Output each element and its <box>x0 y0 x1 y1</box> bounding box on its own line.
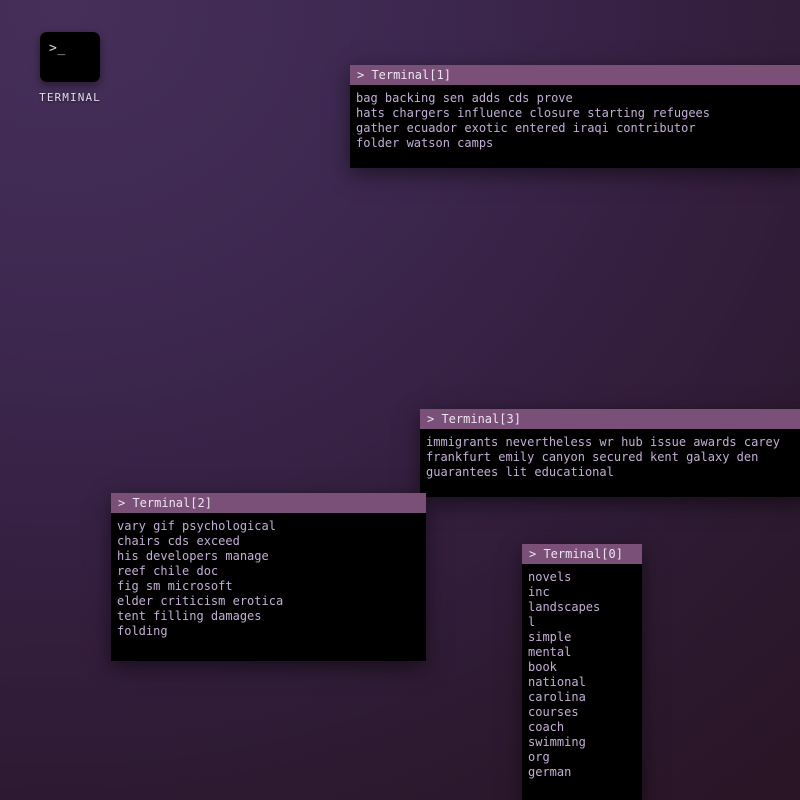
terminal-output-line: l <box>528 615 536 629</box>
terminal-output-line: book <box>528 660 557 674</box>
terminal-window[interactable]: > Terminal[0] novels inc landscapes l simple m… <box>522 544 642 800</box>
terminal-output-line: simple <box>528 630 572 644</box>
terminal-output-line: his developers manage <box>117 549 269 563</box>
terminal-window[interactable]: > Terminal[2] vary gif psychological chair… <box>111 493 426 661</box>
terminal-window[interactable]: > Terminal[3] immigrants nevertheless wr … <box>420 409 800 497</box>
terminal-output-line: inc <box>528 585 550 599</box>
terminal-titlebar[interactable]: > Terminal[3] <box>420 409 800 429</box>
terminal-output-line: fig sm microsoft <box>117 579 233 593</box>
terminal-output-line: national <box>528 675 586 689</box>
terminal-window[interactable]: > Terminal[1] bag backing sen adds cds pr… <box>350 65 800 168</box>
terminal-output[interactable]: bag backing sen adds cds prove hats charg… <box>350 85 800 157</box>
terminal-titlebar[interactable]: > Terminal[0] <box>522 544 642 564</box>
terminal-output-line: coach <box>528 720 565 734</box>
terminal-output-line: courses <box>528 705 579 719</box>
terminal-prompt-glyph: >_ <box>49 41 66 56</box>
terminal-output-line: bag backing sen adds cds prove <box>356 91 573 105</box>
terminal-output-line: mental <box>528 645 572 659</box>
terminal-output-line: folding <box>117 624 168 638</box>
desktop-icon-label: TERMINAL <box>39 91 101 104</box>
desktop-icon-terminal[interactable]: >_ TERMINAL <box>25 32 115 104</box>
desktop-root: >_ TERMINAL > Terminal[1] bag backing sen… <box>0 0 800 800</box>
terminal-output-line: frankfurt emily canyon secured kent gala… <box>426 450 759 464</box>
terminal-titlebar[interactable]: > Terminal[2] <box>111 493 426 513</box>
terminal-output-line: chairs cds exceed <box>117 534 240 548</box>
terminal-output-line: landscapes <box>528 600 601 614</box>
terminal-output-line: hats chargers influence closure starting… <box>356 106 711 120</box>
terminal-output-line: novels <box>528 570 572 584</box>
terminal-output-line: carolina <box>528 690 586 704</box>
terminal-output-line: folder watson camps <box>356 136 494 150</box>
terminal-icon[interactable]: >_ <box>40 32 100 82</box>
terminal-output-line: swimming <box>528 735 586 749</box>
terminal-output-line: german <box>528 765 572 779</box>
terminal-titlebar[interactable]: > Terminal[1] <box>350 65 800 85</box>
terminal-output-line: immigrants nevertheless wr hub issue awa… <box>426 435 781 449</box>
terminal-output-line: elder criticism erotica <box>117 594 284 608</box>
terminal-output-line: gather ecuador exotic entered iraqi cont… <box>356 121 696 135</box>
terminal-output[interactable]: immigrants nevertheless wr hub issue awa… <box>420 429 800 486</box>
terminal-output-line: tent filling damages <box>117 609 262 623</box>
terminal-output[interactable]: vary gif psychological chairs cds exceed h… <box>111 513 426 645</box>
terminal-output-line: reef chile doc <box>117 564 219 578</box>
terminal-output-line: guarantees lit educational <box>426 465 614 479</box>
terminal-output-line: vary gif psychological <box>117 519 276 533</box>
terminal-output-line: org <box>528 750 550 764</box>
terminal-output[interactable]: novels inc landscapes l simple mental book nati… <box>522 564 642 786</box>
